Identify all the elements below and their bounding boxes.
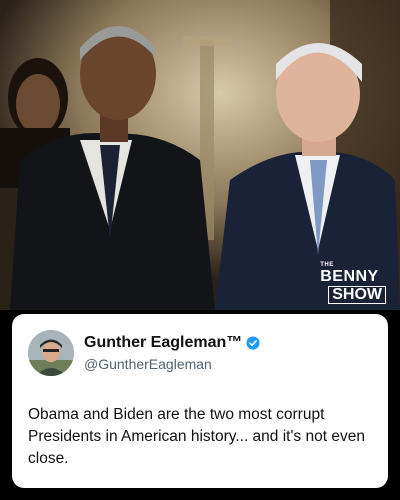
logo-benny: BENNY (320, 268, 379, 285)
avatar-image (28, 330, 74, 376)
avatar[interactable] (28, 330, 74, 376)
logo-show: SHOW (328, 286, 386, 304)
tweet-card[interactable]: Gunther Eagleman™ @GuntherEagleman Obama… (12, 314, 388, 488)
verified-badge-icon (246, 336, 260, 350)
author-name[interactable]: Gunther Eagleman™ (84, 334, 242, 352)
author-row: Gunther Eagleman™ (84, 334, 260, 352)
author-handle[interactable]: @GuntherEagleman (84, 356, 212, 372)
tweet-text: Obama and Biden are the two most corrupt… (28, 406, 365, 467)
benny-show-logo: THE BENNY SHOW (320, 262, 386, 304)
